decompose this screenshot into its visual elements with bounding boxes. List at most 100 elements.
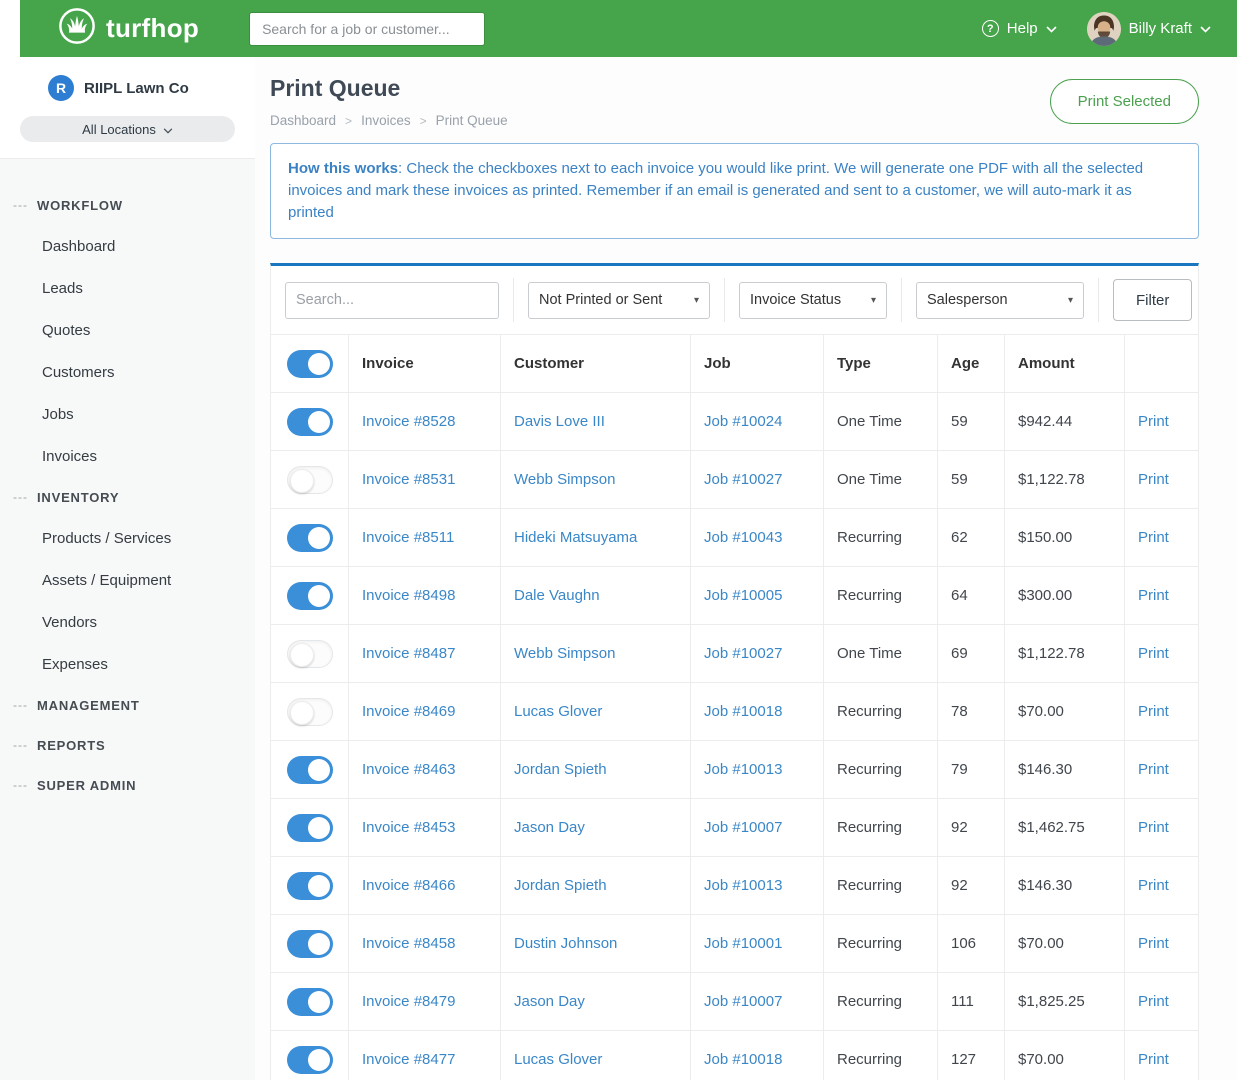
customer-link[interactable]: Jordan Spieth: [514, 761, 607, 778]
row-select-toggle[interactable]: [287, 756, 333, 784]
sidebar-item-dashboard[interactable]: Dashboard: [0, 225, 255, 267]
job-link[interactable]: Job #10027: [704, 645, 782, 662]
row-select-toggle[interactable]: [287, 582, 333, 610]
job-link[interactable]: Job #10001: [704, 935, 782, 952]
job-link[interactable]: Job #10007: [704, 819, 782, 836]
sidebar-item-expenses[interactable]: Expenses: [0, 643, 255, 685]
sidebar-item-vendors[interactable]: Vendors: [0, 601, 255, 643]
print-link[interactable]: Print: [1138, 819, 1169, 836]
print-link[interactable]: Print: [1138, 761, 1169, 778]
row-select-toggle[interactable]: [287, 814, 333, 842]
sidebar-section-inventory[interactable]: ---INVENTORY: [0, 477, 255, 517]
job-link[interactable]: Job #10027: [704, 471, 782, 488]
sidebar-item-products-services[interactable]: Products / Services: [0, 517, 255, 559]
customer-link[interactable]: Dale Vaughn: [514, 587, 600, 604]
customer-link[interactable]: Lucas Glover: [514, 703, 602, 720]
customer-link[interactable]: Jordan Spieth: [514, 877, 607, 894]
invoice-link[interactable]: Invoice #8477: [362, 1051, 455, 1068]
invoice-link[interactable]: Invoice #8463: [362, 761, 455, 778]
info-lead: How this works: [288, 160, 398, 177]
sidebar-item-customers[interactable]: Customers: [0, 351, 255, 393]
invoice-link[interactable]: Invoice #8531: [362, 471, 455, 488]
invoice-link[interactable]: Invoice #8528: [362, 413, 455, 430]
print-link[interactable]: Print: [1138, 935, 1169, 952]
invoice-link[interactable]: Invoice #8498: [362, 587, 455, 604]
customer-link[interactable]: Webb Simpson: [514, 471, 615, 488]
print-link[interactable]: Print: [1138, 471, 1169, 488]
invoice-link[interactable]: Invoice #8511: [362, 529, 454, 546]
invoice-link[interactable]: Invoice #8458: [362, 935, 455, 952]
table-row: Invoice #8466 Jordan Spieth Job #10013 R…: [271, 856, 1198, 914]
user-menu[interactable]: Billy Kraft: [1087, 12, 1211, 46]
column-header-customer[interactable]: Customer: [501, 335, 691, 392]
job-link[interactable]: Job #10043: [704, 529, 782, 546]
invoice-link[interactable]: Invoice #8469: [362, 703, 455, 720]
printed-filter-select[interactable]: Not Printed or Sent ▾: [528, 282, 710, 319]
column-header-amount[interactable]: Amount: [1005, 335, 1125, 392]
customer-link[interactable]: Dustin Johnson: [514, 935, 617, 952]
sidebar-item-leads[interactable]: Leads: [0, 267, 255, 309]
customer-link[interactable]: Davis Love III: [514, 413, 605, 430]
filter-button[interactable]: Filter: [1113, 279, 1192, 321]
sidebar-section-reports[interactable]: ---REPORTS: [0, 725, 255, 765]
sidebar-section-workflow[interactable]: ---WORKFLOW: [0, 185, 255, 225]
customer-link[interactable]: Webb Simpson: [514, 645, 615, 662]
sidebar-item-invoices[interactable]: Invoices: [0, 435, 255, 477]
print-link[interactable]: Print: [1138, 703, 1169, 720]
row-select-toggle[interactable]: [287, 640, 333, 668]
invoice-link[interactable]: Invoice #8453: [362, 819, 455, 836]
help-menu[interactable]: ? Help: [982, 20, 1057, 37]
print-link[interactable]: Print: [1138, 529, 1169, 546]
salesperson-select[interactable]: Salesperson ▾: [916, 282, 1084, 319]
print-link[interactable]: Print: [1138, 587, 1169, 604]
row-select-toggle[interactable]: [287, 988, 333, 1016]
job-link[interactable]: Job #10013: [704, 877, 782, 894]
row-select-toggle[interactable]: [287, 524, 333, 552]
print-link[interactable]: Print: [1138, 413, 1169, 430]
sidebar-item-jobs[interactable]: Jobs: [0, 393, 255, 435]
row-select-toggle[interactable]: [287, 408, 333, 436]
job-link[interactable]: Job #10018: [704, 1051, 782, 1068]
print-link[interactable]: Print: [1138, 877, 1169, 894]
column-header-type[interactable]: Type: [824, 335, 938, 392]
invoice-status-select[interactable]: Invoice Status ▾: [739, 282, 887, 319]
invoice-link[interactable]: Invoice #8479: [362, 993, 455, 1010]
breadcrumb-item-invoices[interactable]: Invoices: [361, 113, 411, 128]
company-selector[interactable]: R RIIPL Lawn Co: [20, 75, 235, 101]
logo[interactable]: turfhop: [58, 7, 199, 50]
invoice-link[interactable]: Invoice #8487: [362, 645, 455, 662]
sidebar-section-super-admin[interactable]: ---SUPER ADMIN: [0, 765, 255, 805]
sidebar-item-assets-equipment[interactable]: Assets / Equipment: [0, 559, 255, 601]
job-link[interactable]: Job #10013: [704, 761, 782, 778]
sidebar-item-quotes[interactable]: Quotes: [0, 309, 255, 351]
locations-dropdown[interactable]: All Locations: [20, 116, 235, 142]
print-link[interactable]: Print: [1138, 645, 1169, 662]
job-link[interactable]: Job #10007: [704, 993, 782, 1010]
column-header-age[interactable]: Age: [938, 335, 1005, 392]
global-search-input[interactable]: [249, 12, 485, 46]
row-select-toggle[interactable]: [287, 930, 333, 958]
row-select-toggle[interactable]: [287, 466, 333, 494]
column-header-job[interactable]: Job: [691, 335, 824, 392]
row-select-toggle[interactable]: [287, 698, 333, 726]
job-link[interactable]: Job #10005: [704, 587, 782, 604]
job-link[interactable]: Job #10018: [704, 703, 782, 720]
sidebar-section-management[interactable]: ---MANAGEMENT: [0, 685, 255, 725]
invoice-link[interactable]: Invoice #8466: [362, 877, 455, 894]
row-select-toggle[interactable]: [287, 1046, 333, 1074]
invoice-age: 69: [951, 645, 968, 662]
customer-link[interactable]: Jason Day: [514, 819, 585, 836]
column-header-invoice[interactable]: Invoice: [349, 335, 501, 392]
select-all-toggle[interactable]: [287, 350, 333, 378]
print-link[interactable]: Print: [1138, 993, 1169, 1010]
customer-link[interactable]: Hideki Matsuyama: [514, 529, 637, 546]
print-selected-button[interactable]: Print Selected: [1050, 79, 1199, 124]
row-select-toggle[interactable]: [287, 872, 333, 900]
customer-link[interactable]: Jason Day: [514, 993, 585, 1010]
table-search-input[interactable]: [285, 282, 499, 319]
customer-link[interactable]: Lucas Glover: [514, 1051, 602, 1068]
invoice-type: One Time: [837, 471, 902, 488]
job-link[interactable]: Job #10024: [704, 413, 782, 430]
print-link[interactable]: Print: [1138, 1051, 1169, 1068]
breadcrumb-item-dashboard[interactable]: Dashboard: [270, 113, 336, 128]
